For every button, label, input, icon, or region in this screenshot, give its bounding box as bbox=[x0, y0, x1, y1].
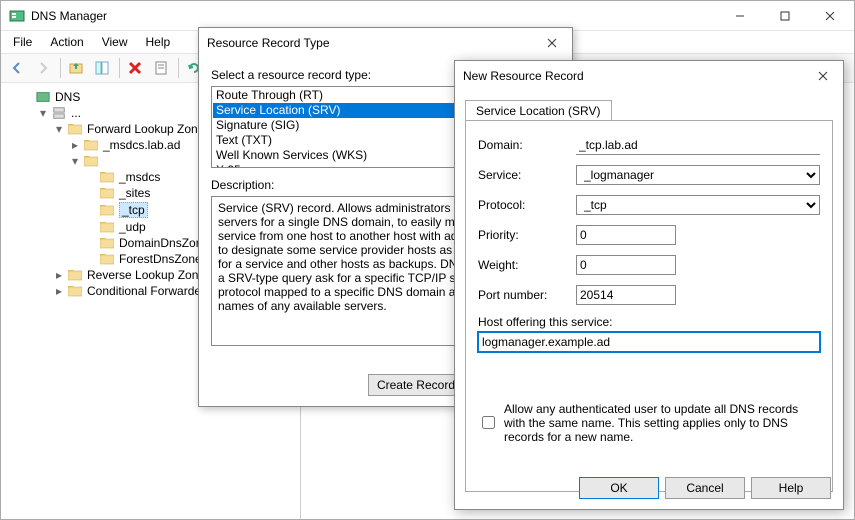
port-label: Port number: bbox=[478, 288, 576, 302]
dns-icon bbox=[35, 90, 51, 104]
menu-file[interactable]: File bbox=[5, 33, 40, 51]
tab-srv[interactable]: Service Location (SRV) bbox=[465, 100, 612, 121]
protocol-label: Protocol: bbox=[478, 198, 576, 212]
close-button[interactable] bbox=[807, 2, 852, 30]
folder-icon bbox=[67, 284, 83, 298]
up-button[interactable] bbox=[64, 56, 88, 80]
priority-label: Priority: bbox=[478, 228, 576, 242]
forward-button[interactable] bbox=[31, 56, 55, 80]
show-hide-icon[interactable] bbox=[90, 56, 114, 80]
host-input[interactable] bbox=[478, 332, 820, 352]
server-icon bbox=[51, 106, 67, 120]
allow-update-label: Allow any authenticated user to update a… bbox=[504, 402, 820, 444]
domain-label: Domain: bbox=[478, 138, 576, 152]
weight-input[interactable] bbox=[576, 255, 676, 275]
priority-input[interactable] bbox=[576, 225, 676, 245]
maximize-button[interactable] bbox=[762, 2, 807, 30]
folder-icon bbox=[67, 122, 83, 136]
folder-icon bbox=[99, 186, 115, 200]
menu-help[interactable]: Help bbox=[138, 33, 179, 51]
service-select[interactable]: _logmanager bbox=[576, 165, 820, 185]
cancel-button[interactable]: Cancel bbox=[665, 477, 745, 499]
menu-view[interactable]: View bbox=[94, 33, 136, 51]
allow-update-checkbox[interactable] bbox=[482, 404, 495, 441]
help-button[interactable]: Help bbox=[751, 477, 831, 499]
minimize-button[interactable] bbox=[717, 2, 762, 30]
folder-icon bbox=[99, 220, 115, 234]
window-title: DNS Manager bbox=[31, 9, 717, 23]
folder-icon bbox=[83, 138, 99, 152]
folder-icon bbox=[99, 170, 115, 184]
folder-icon bbox=[99, 203, 115, 217]
close-icon[interactable] bbox=[540, 31, 564, 55]
domain-field bbox=[576, 135, 820, 155]
folder-icon bbox=[99, 252, 115, 266]
service-label: Service: bbox=[478, 168, 576, 182]
properties-button[interactable] bbox=[149, 56, 173, 80]
close-icon[interactable] bbox=[811, 64, 835, 88]
folder-icon bbox=[67, 268, 83, 282]
back-button[interactable] bbox=[5, 56, 29, 80]
protocol-select[interactable]: _tcp bbox=[576, 195, 820, 215]
app-icon bbox=[9, 8, 25, 24]
new-resource-record-dialog: New Resource Record Service Location (SR… bbox=[454, 60, 844, 510]
dialog-title: New Resource Record bbox=[463, 69, 811, 83]
port-input[interactable] bbox=[576, 285, 676, 305]
delete-button[interactable] bbox=[123, 56, 147, 80]
dialog-title: Resource Record Type bbox=[207, 36, 540, 50]
menu-action[interactable]: Action bbox=[42, 33, 91, 51]
ok-button[interactable]: OK bbox=[579, 477, 659, 499]
folder-icon bbox=[99, 236, 115, 250]
tab-pane: Domain: Service: _logmanager Protocol: _… bbox=[465, 120, 833, 492]
folder-icon bbox=[83, 154, 99, 168]
weight-label: Weight: bbox=[478, 258, 576, 272]
host-label: Host offering this service: bbox=[478, 315, 820, 329]
